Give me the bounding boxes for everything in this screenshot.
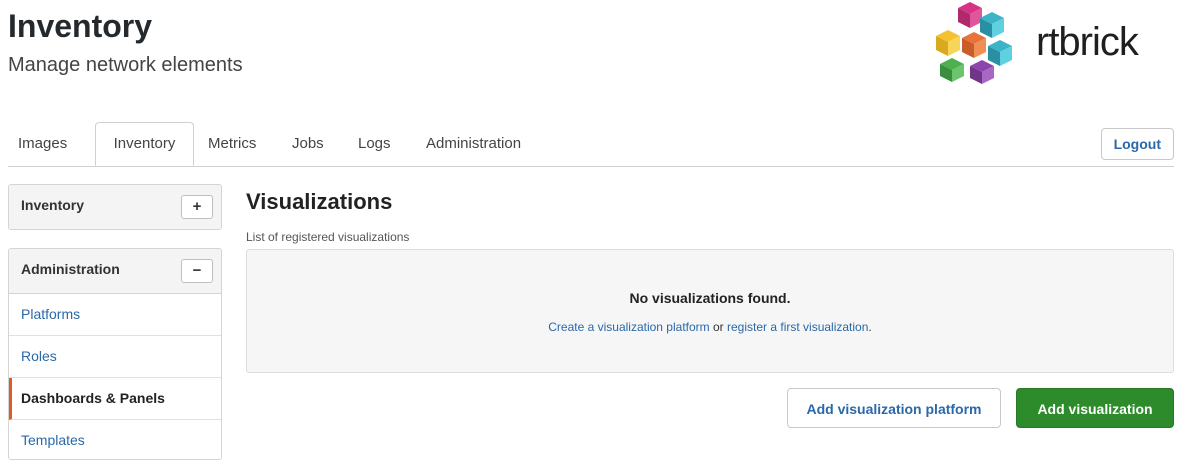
rtbrick-logo: rtbrick bbox=[930, 0, 1180, 84]
or-text: or bbox=[709, 320, 728, 334]
panel-title: Inventory bbox=[21, 197, 85, 213]
add-visualization-platform-button[interactable]: Add visualization platform bbox=[787, 388, 1001, 428]
create-platform-link[interactable]: Create a visualization platform bbox=[548, 320, 709, 334]
tab-jobs[interactable]: Jobs bbox=[292, 122, 324, 166]
logo-mark-icon bbox=[936, 2, 1012, 84]
tab-inventory[interactable]: Inventory bbox=[95, 122, 194, 166]
main-tabs: Images Inventory Metrics Jobs Logs Admin… bbox=[8, 122, 1174, 167]
page-subtitle: Manage network elements bbox=[8, 54, 243, 76]
panel-header: Inventory + bbox=[9, 185, 221, 229]
logout-button[interactable]: Logout bbox=[1100, 128, 1174, 160]
add-visualization-button[interactable]: Add visualization bbox=[1016, 388, 1174, 428]
main-content: Visualizations List of registered visual… bbox=[246, 186, 1174, 428]
tab-logs[interactable]: Logs bbox=[358, 122, 391, 166]
sidebar-panel-administration: Administration − Platforms Roles Dashboa… bbox=[8, 248, 222, 460]
expand-button[interactable]: + bbox=[181, 195, 213, 219]
sidebar-item-platforms[interactable]: Platforms bbox=[9, 294, 221, 336]
section-title: Visualizations bbox=[246, 189, 393, 214]
page-title: Inventory bbox=[8, 8, 153, 44]
empty-state: No visualizations found. Create a visual… bbox=[246, 249, 1174, 373]
page-header: Inventory Manage network elements bbox=[8, 0, 243, 77]
tab-administration[interactable]: Administration bbox=[426, 122, 521, 166]
panel-title: Administration bbox=[21, 261, 120, 277]
empty-state-message: Create a visualization platform or regis… bbox=[247, 320, 1173, 334]
empty-state-title: No visualizations found. bbox=[629, 290, 791, 306]
sidebar-item-dashboards-panels[interactable]: Dashboards & Panels bbox=[9, 378, 221, 420]
panel-header: Administration − bbox=[9, 249, 221, 294]
tab-images[interactable]: Images bbox=[18, 122, 67, 166]
tab-metrics[interactable]: Metrics bbox=[208, 122, 256, 166]
collapse-button[interactable]: − bbox=[181, 259, 213, 283]
sidebar-item-templates[interactable]: Templates bbox=[9, 420, 221, 459]
section-description: List of registered visualizations bbox=[246, 230, 410, 244]
register-visualization-link[interactable]: register a first visualization bbox=[727, 320, 868, 334]
sidebar-panel-inventory: Inventory + bbox=[8, 184, 222, 230]
logo-text: rtbrick bbox=[1036, 20, 1139, 64]
sidebar-item-roles[interactable]: Roles bbox=[9, 336, 221, 378]
period-text: . bbox=[868, 320, 872, 334]
